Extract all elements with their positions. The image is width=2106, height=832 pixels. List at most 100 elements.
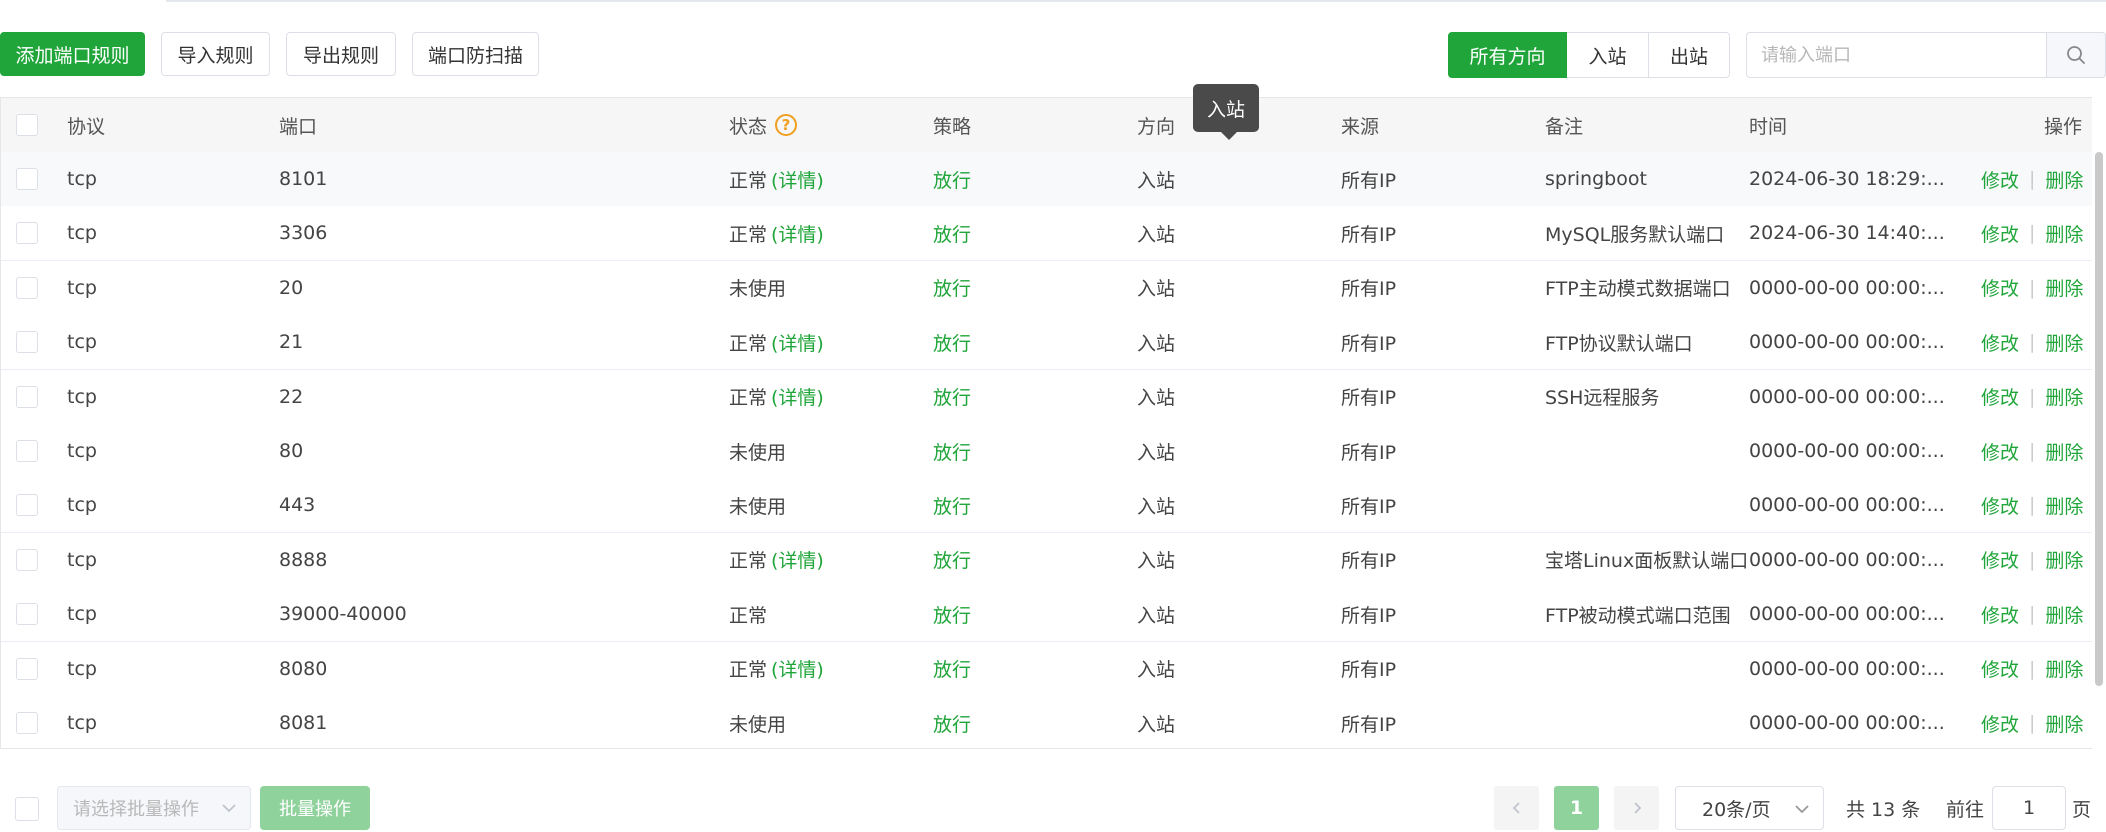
cell-port: 20 <box>279 276 304 299</box>
delete-link[interactable]: 删除 <box>2045 601 2083 628</box>
next-page-button[interactable] <box>1614 786 1659 830</box>
edit-link[interactable]: 修改 <box>1981 329 2019 356</box>
delete-link[interactable]: 删除 <box>2045 655 2083 682</box>
edit-link[interactable]: 修改 <box>1981 166 2019 193</box>
status-text: 正常 <box>729 387 768 410</box>
delete-link[interactable]: 删除 <box>2045 329 2083 356</box>
status-detail-link[interactable]: (详情) <box>771 655 824 682</box>
delete-link[interactable]: 删除 <box>2045 492 2083 519</box>
status-detail-link[interactable]: (详情) <box>771 383 824 410</box>
edit-link[interactable]: 修改 <box>1981 655 2019 682</box>
page-number-current[interactable]: 1 <box>1554 786 1599 830</box>
row-actions: 修改 | 删除 <box>1981 261 2083 315</box>
add-port-rule-button[interactable]: 添加端口规则 <box>0 32 145 76</box>
cell-port: 8888 <box>279 548 328 571</box>
action-separator: | <box>2029 494 2036 517</box>
status-detail-link[interactable]: (详情) <box>771 220 824 247</box>
row-checkbox[interactable] <box>16 712 38 734</box>
table-scrollbar[interactable] <box>2092 97 2106 749</box>
status-text: 正常 <box>729 550 768 573</box>
cell-port: 8080 <box>279 657 328 680</box>
edit-link[interactable]: 修改 <box>1981 546 2019 573</box>
edit-link[interactable]: 修改 <box>1981 601 2019 628</box>
cell-time: 0000-00-00 00:00:... <box>1749 548 1945 571</box>
row-checkbox[interactable] <box>16 276 38 299</box>
cell-time: 0000-00-00 00:00:... <box>1749 385 1945 408</box>
select-all-checkbox[interactable] <box>16 114 38 136</box>
status-detail-link[interactable]: (详情) <box>771 329 824 356</box>
delete-link[interactable]: 删除 <box>2045 220 2083 247</box>
help-icon[interactable]: ? <box>775 114 798 136</box>
cell-port: 3306 <box>279 222 328 245</box>
delete-link[interactable]: 删除 <box>2045 274 2083 301</box>
column-port: 端口 <box>279 115 318 138</box>
row-checkbox[interactable] <box>16 494 38 517</box>
cell-policy: 放行 <box>933 332 972 355</box>
cell-direction: 入站 <box>1137 223 1176 246</box>
batch-operation-select[interactable]: 请选择批量操作 <box>57 786 251 830</box>
status-text: 正常 <box>729 659 768 682</box>
edit-link[interactable]: 修改 <box>1981 383 2019 410</box>
port-scan-protection-button[interactable]: 端口防扫描 <box>412 32 539 76</box>
delete-link[interactable]: 删除 <box>2045 166 2083 193</box>
cell-status: 正常 (详情) <box>729 642 824 696</box>
row-checkbox[interactable] <box>16 603 38 626</box>
row-checkbox[interactable] <box>16 657 38 680</box>
cell-source: 所有IP <box>1341 659 1397 682</box>
status-detail-link[interactable]: (详情) <box>771 546 824 573</box>
scrollbar-thumb[interactable] <box>2095 152 2103 686</box>
footer-select-all-checkbox[interactable] <box>15 797 39 821</box>
batch-operation-button[interactable]: 批量操作 <box>260 786 370 830</box>
cell-port: 8101 <box>279 168 328 190</box>
delete-link[interactable]: 删除 <box>2045 710 2083 737</box>
row-actions: 修改 | 删除 <box>1981 587 2083 641</box>
chevron-down-icon <box>1795 805 1809 814</box>
cell-protocol: tcp <box>67 440 97 462</box>
action-separator: | <box>2029 385 2036 408</box>
cell-policy: 放行 <box>933 550 972 573</box>
edit-link[interactable]: 修改 <box>1981 438 2019 465</box>
tab-outbound[interactable]: 出站 <box>1649 32 1730 78</box>
row-checkbox[interactable] <box>16 168 38 190</box>
delete-link[interactable]: 删除 <box>2045 383 2083 410</box>
cell-protocol: tcp <box>67 712 97 734</box>
tab-all-directions[interactable]: 所有方向 <box>1448 32 1567 78</box>
row-checkbox[interactable] <box>16 331 38 354</box>
cell-source: 所有IP <box>1341 387 1397 410</box>
row-checkbox[interactable] <box>16 548 38 571</box>
tab-inbound[interactable]: 入站 <box>1567 32 1649 78</box>
row-checkbox[interactable] <box>16 385 38 408</box>
goto-page-input[interactable] <box>1992 786 2066 830</box>
table-row: tcp 8080 正常 (详情) 放行 入站 所有IP 0000-00-00 00:00:..… <box>1 641 2092 697</box>
import-rule-button[interactable]: 导入规则 <box>161 32 270 76</box>
status-text: 未使用 <box>729 441 787 464</box>
cell-direction: 入站 <box>1137 659 1176 682</box>
export-rule-button[interactable]: 导出规则 <box>286 32 396 76</box>
cell-policy: 放行 <box>933 659 972 682</box>
cell-source: 所有IP <box>1341 550 1397 573</box>
cell-source: 所有IP <box>1341 332 1397 355</box>
delete-link[interactable]: 删除 <box>2045 438 2083 465</box>
row-checkbox[interactable] <box>16 222 38 245</box>
edit-link[interactable]: 修改 <box>1981 492 2019 519</box>
edit-link[interactable]: 修改 <box>1981 220 2019 247</box>
row-actions: 修改 | 删除 <box>1981 696 2083 748</box>
search-button[interactable] <box>2046 32 2106 78</box>
prev-page-button[interactable] <box>1494 786 1539 830</box>
cell-status: 未使用 <box>729 261 786 315</box>
cell-port: 22 <box>279 385 304 408</box>
port-search-input[interactable] <box>1746 32 2046 78</box>
table-footer: 请选择批量操作 批量操作 1 20条/页 共 13 条 前往 页 <box>0 786 2106 830</box>
cell-remark: FTP被动模式端口范围 <box>1545 604 1731 627</box>
edit-link[interactable]: 修改 <box>1981 274 2019 301</box>
cell-policy: 放行 <box>933 223 972 246</box>
page-size-select[interactable]: 20条/页 <box>1675 786 1824 830</box>
cell-policy: 放行 <box>933 387 972 410</box>
delete-link[interactable]: 删除 <box>2045 546 2083 573</box>
cell-remark: 宝塔Linux面板默认端口 <box>1545 550 1749 573</box>
edit-link[interactable]: 修改 <box>1981 710 2019 737</box>
row-checkbox[interactable] <box>16 440 38 462</box>
cell-time: 0000-00-00 00:00:... <box>1749 657 1945 680</box>
status-detail-link[interactable]: (详情) <box>771 166 824 193</box>
cell-source: 所有IP <box>1341 604 1397 627</box>
